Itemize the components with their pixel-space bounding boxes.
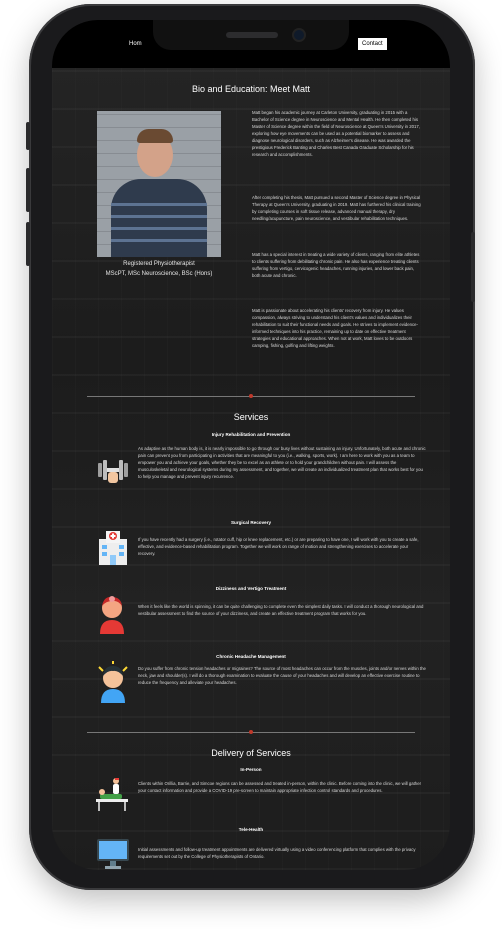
delivery-option-description: Clients within Orillia, Barrie, and Simc… bbox=[138, 781, 422, 793]
hospital-icon bbox=[99, 531, 127, 565]
phone-screen: Hom Contact Bio and Education: Meet Matt… bbox=[52, 20, 450, 870]
service-title: Surgical Recovery bbox=[230, 520, 272, 525]
service-description: As adaptive as the human body is, it is … bbox=[138, 446, 426, 479]
phone-volume-down-button bbox=[26, 222, 30, 266]
delivery-option-title: In-Person bbox=[240, 767, 262, 772]
bio-section-title: Bio and Education: Meet Matt bbox=[191, 84, 311, 94]
bio-paragraph: Matt is passionate about accelerating hi… bbox=[252, 308, 418, 348]
phone-volume-up-button bbox=[26, 168, 30, 212]
delivery-option-title: Tele-Health bbox=[238, 827, 264, 832]
bio-paragraph: Matt began his academic journey at Carle… bbox=[252, 110, 421, 157]
computer-monitor-icon bbox=[97, 839, 129, 869]
profile-credentials: MScPT, MSc Neuroscience, BSc (Hons) bbox=[105, 271, 213, 277]
bio-paragraph: Matt has a special interest in treating … bbox=[252, 252, 420, 278]
profile-photo bbox=[97, 111, 221, 257]
dizzy-head-icon bbox=[100, 596, 124, 634]
service-title: Dizziness and Vertigo Treatment bbox=[215, 586, 287, 591]
nav-contact-button[interactable]: Contact bbox=[358, 38, 387, 50]
camera-icon bbox=[294, 30, 304, 40]
weightlifting-icon bbox=[98, 460, 128, 483]
divider-ornament-icon bbox=[249, 394, 253, 398]
clinic-treatment-icon bbox=[96, 778, 128, 811]
profile-title: Registered Physiotherapist bbox=[123, 261, 195, 267]
phone-speaker bbox=[226, 32, 278, 38]
phone-side-button bbox=[26, 122, 30, 150]
service-description: If you have recently had a surgery (i.e.… bbox=[138, 537, 419, 556]
bio-paragraph: After completing his thesis, Matt pursue… bbox=[252, 195, 421, 221]
phone-power-button bbox=[471, 232, 475, 302]
headache-icon bbox=[98, 661, 128, 703]
service-title: Chronic Headache Management bbox=[216, 654, 286, 659]
nav-home-link[interactable]: Hom bbox=[129, 41, 142, 47]
services-title: Services bbox=[233, 412, 269, 422]
service-description: When it feels like the world is spinning… bbox=[138, 604, 424, 616]
service-title: Injury Rehabilitation and Prevention bbox=[211, 432, 291, 437]
service-description: Do you suffer from chronic tension heada… bbox=[138, 666, 426, 685]
divider-ornament-icon bbox=[249, 730, 253, 734]
delivery-option-description: Initial assessments and follow-up treatm… bbox=[138, 847, 416, 859]
delivery-title: Delivery of Services bbox=[211, 748, 291, 758]
